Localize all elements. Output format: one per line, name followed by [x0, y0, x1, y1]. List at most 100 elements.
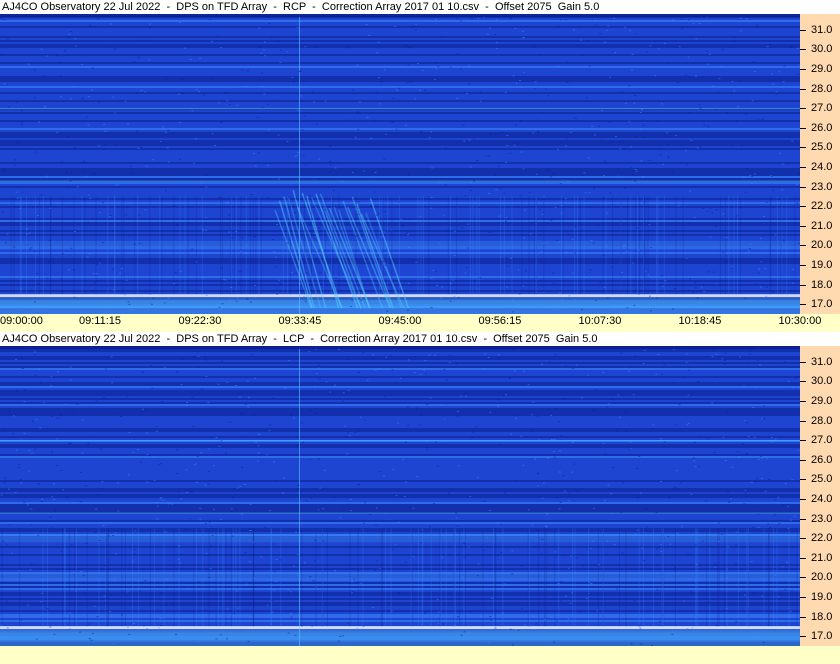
noise-speckle — [512, 349, 515, 351]
noise-speckle — [531, 414, 534, 416]
y-tick-text: 28.0 — [811, 82, 833, 95]
noise-speckle — [174, 272, 177, 274]
noise-speckle — [476, 575, 479, 577]
noise-speckle — [643, 201, 646, 203]
noise-speckle — [108, 535, 111, 537]
frequency-row — [0, 498, 800, 500]
noise-speckle — [70, 247, 73, 249]
frequency-row — [0, 196, 800, 198]
noise-speckle — [628, 370, 631, 372]
frequency-row — [0, 448, 800, 450]
noise-speckle — [692, 291, 695, 293]
vertical-streak — [773, 528, 775, 627]
noise-speckle — [41, 602, 44, 604]
noise-speckle — [209, 545, 212, 547]
noise-speckle — [747, 362, 750, 364]
noise-speckle — [132, 451, 135, 453]
noise-speckle — [592, 409, 595, 411]
noise-speckle — [702, 208, 705, 210]
noise-speckle — [11, 552, 14, 554]
vertical-streak — [527, 528, 529, 627]
noise-speckle — [465, 392, 468, 394]
noise-speckle — [753, 173, 756, 175]
noise-speckle — [742, 176, 745, 178]
noise-speckle — [581, 309, 584, 311]
noise-speckle — [633, 599, 636, 601]
noise-speckle — [605, 29, 608, 31]
noise-speckle — [351, 299, 354, 301]
noise-speckle — [685, 74, 688, 76]
noise-speckle — [236, 297, 239, 299]
frequency-row — [0, 276, 800, 278]
noise-speckle — [659, 154, 662, 156]
y-tick-text: 25.0 — [811, 141, 833, 154]
noise-speckle — [407, 247, 410, 249]
noise-speckle — [701, 540, 704, 542]
noise-speckle — [542, 482, 545, 484]
noise-speckle — [50, 527, 53, 529]
noise-speckle — [69, 180, 72, 182]
noise-speckle — [274, 480, 277, 482]
noise-speckle — [435, 270, 438, 272]
vertical-streak — [159, 196, 161, 295]
noise-speckle — [201, 182, 204, 184]
noise-speckle — [144, 580, 147, 582]
noise-speckle — [145, 165, 148, 167]
noise-speckle — [181, 93, 184, 95]
noise-speckle — [398, 592, 401, 594]
noise-speckle — [733, 36, 736, 38]
noise-speckle — [796, 376, 799, 378]
noise-speckle — [686, 424, 689, 426]
noise-speckle — [220, 267, 223, 269]
noise-speckle — [630, 643, 633, 645]
noise-speckle — [606, 297, 609, 299]
frequency-row — [0, 64, 800, 66]
noise-speckle — [165, 578, 168, 580]
noise-speckle — [606, 406, 609, 408]
noise-speckle — [787, 162, 790, 164]
noise-speckle — [69, 379, 72, 381]
noise-speckle — [632, 394, 635, 396]
noise-speckle — [446, 634, 449, 636]
noise-speckle — [770, 174, 773, 176]
noise-speckle — [203, 356, 206, 358]
frequency-row — [0, 188, 800, 190]
noise-speckle — [564, 19, 567, 21]
noise-speckle — [373, 219, 376, 221]
noise-speckle — [398, 201, 401, 203]
vertical-streak — [794, 196, 796, 295]
noise-speckle — [608, 76, 611, 78]
noise-speckle — [410, 81, 413, 83]
noise-speckle — [440, 404, 443, 406]
noise-speckle — [751, 175, 754, 177]
noise-speckle — [251, 354, 254, 356]
noise-speckle — [360, 633, 363, 635]
noise-speckle — [369, 180, 372, 182]
noise-speckle — [711, 356, 714, 358]
noise-speckle — [644, 529, 647, 531]
noise-speckle — [351, 592, 354, 594]
y-tick-label: 27.0 — [800, 434, 840, 446]
noise-speckle — [345, 573, 348, 575]
noise-speckle — [407, 424, 410, 426]
frequency-row — [0, 350, 800, 352]
vertical-streak — [748, 528, 750, 627]
noise-speckle — [159, 498, 162, 500]
noise-speckle — [6, 627, 9, 629]
noise-speckle — [322, 540, 325, 542]
noise-speckle — [468, 139, 471, 141]
frequency-row — [0, 70, 800, 72]
noise-speckle — [226, 638, 229, 640]
noise-speckle — [229, 421, 232, 423]
noise-speckle — [407, 309, 410, 311]
noise-speckle — [363, 419, 366, 421]
x-tick-label: 09:22:30 — [178, 315, 222, 327]
noise-speckle — [587, 301, 590, 303]
noise-speckle — [368, 35, 371, 37]
frequency-row — [0, 74, 800, 76]
noise-speckle — [142, 371, 145, 373]
vertical-streak — [73, 196, 75, 295]
noise-speckle — [757, 631, 760, 633]
y-tick-label: 23.0 — [800, 181, 840, 193]
frequency-row — [0, 480, 800, 482]
